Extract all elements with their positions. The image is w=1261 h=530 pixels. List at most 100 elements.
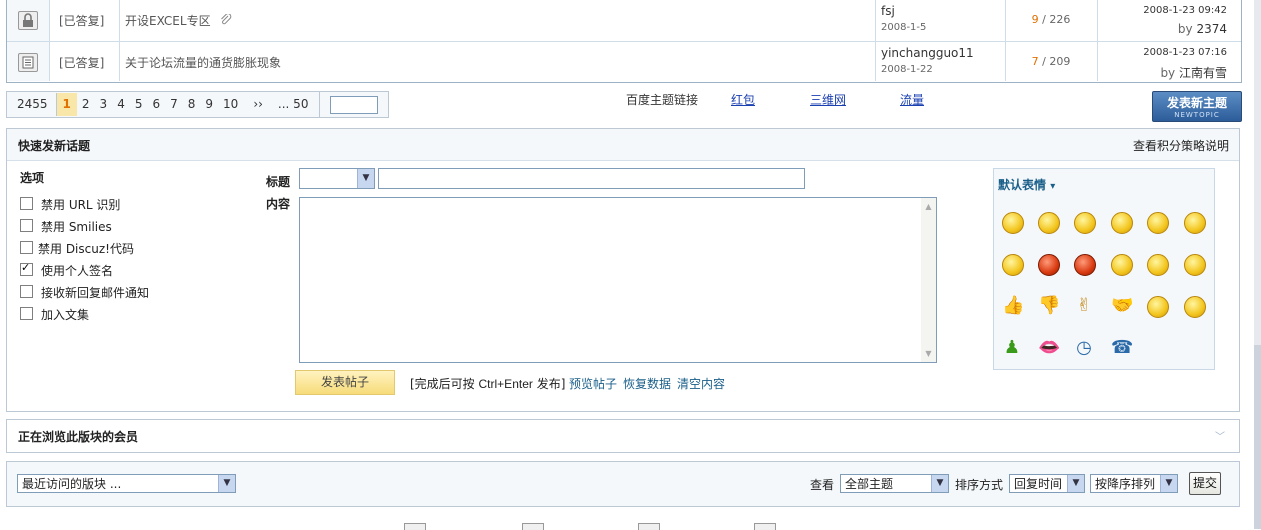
sort-order-select[interactable]: 按降序排列 ▼ — [1090, 474, 1178, 493]
thread-post-date: 2008-1-22 — [881, 64, 933, 75]
angry-icon[interactable] — [1038, 254, 1060, 276]
laugh-icon[interactable] — [1147, 296, 1169, 318]
scrollbar[interactable]: ▲ ▼ — [921, 198, 936, 362]
clear-content-link[interactable]: 清空内容 — [677, 375, 725, 392]
subject-input[interactable] — [378, 168, 805, 189]
quick-post-title: 快速发新话题 — [18, 139, 91, 153]
checkbox[interactable] — [20, 197, 33, 210]
reply-view-count: 7 / 209 — [1031, 55, 1071, 68]
option-disable-discuz-code[interactable]: 禁用 Discuz!代码 — [20, 240, 134, 257]
clock-icon[interactable]: ◷ — [1074, 338, 1094, 358]
smile-icon[interactable] — [1002, 212, 1024, 234]
chevron-down-icon: ▼ — [1067, 475, 1084, 492]
baidu-link[interactable]: 流量 — [900, 91, 924, 108]
checkbox[interactable] — [20, 219, 33, 232]
page-jump-input[interactable] — [330, 95, 379, 114]
chevron-down-icon: ▼ — [931, 475, 948, 492]
content-textarea[interactable]: ▲ ▼ — [299, 197, 937, 363]
last-post-date-link[interactable]: 2008-1-23 07:16 — [1143, 47, 1227, 58]
view-label: 查看 — [810, 478, 835, 492]
credit-policy-link[interactable]: 查看积分策略说明 — [1133, 137, 1229, 154]
page-scrollbar[interactable] — [1254, 0, 1261, 529]
new-topic-button[interactable]: 发表新主题 NEWTOPIC — [1152, 91, 1242, 122]
restore-data-link[interactable]: 恢复数据 — [623, 375, 671, 392]
forum-bottom-bar: 最近访问的版块 ... ▼ 查看 全部主题 ▼ 排序方式 回复时间 ▼ 按降序排… — [6, 461, 1240, 507]
smile-icon[interactable] — [1184, 296, 1206, 318]
option-use-signature[interactable]: 使用个人签名 — [20, 261, 113, 279]
shocked-icon[interactable] — [1074, 254, 1096, 276]
thread-author-link[interactable]: fsj — [881, 4, 895, 18]
smilies-title[interactable]: 默认表情 ▾ — [998, 176, 1055, 193]
browsing-members-title: 正在浏览此版块的会员 — [18, 430, 139, 444]
last-post-date-link[interactable]: 2008-1-23 09:42 — [1143, 5, 1227, 16]
scroll-down-icon[interactable]: ▼ — [922, 347, 935, 360]
baidu-link[interactable]: 三维网 — [810, 91, 846, 108]
last-page-link[interactable]: ... 50 — [273, 93, 314, 116]
filter-submit-button[interactable]: 提交 — [1189, 472, 1221, 495]
sort-label: 排序方式 — [955, 478, 1004, 492]
victory-icon[interactable]: ✌ — [1074, 296, 1094, 316]
view-filter-select[interactable]: 全部主题 ▼ — [840, 474, 949, 493]
page-link[interactable]: 5 — [130, 93, 148, 116]
last-poster-link[interactable]: 2374 — [1196, 22, 1227, 36]
content-label: 内容 — [266, 197, 291, 211]
next-page-link[interactable]: ›› — [243, 93, 273, 116]
thread-title-link[interactable]: 关于论坛流量的通货膨胀现象 — [125, 54, 281, 71]
option-disable-url[interactable]: 禁用 URL 识别 — [20, 196, 120, 213]
scroll-up-icon[interactable]: ▲ — [922, 200, 935, 213]
tongue-icon[interactable] — [1184, 212, 1206, 234]
page-link[interactable]: 7 — [165, 93, 183, 116]
preview-link[interactable]: 预览帖子 — [569, 375, 617, 392]
thread-author-link[interactable]: yinchangguo11 — [881, 46, 974, 60]
page-link[interactable]: 4 — [112, 93, 130, 116]
table-row[interactable]: [已答复] 开设EXCEL专区 fsj 2008-1-5 9 / 226 200… — [7, 0, 1241, 42]
page-link[interactable]: 10 — [218, 93, 243, 116]
thumbs-up-icon[interactable]: 👍 — [1002, 296, 1024, 316]
thumbs-down-icon[interactable]: 👎 — [1038, 296, 1060, 316]
checkbox-checked[interactable] — [20, 261, 33, 276]
person-icon[interactable]: ♟ — [1002, 338, 1022, 358]
page-link[interactable]: 2 — [77, 93, 95, 116]
kiss-icon[interactable] — [1184, 254, 1206, 276]
phone-icon[interactable]: ☎ — [1111, 338, 1133, 358]
last-poster-link[interactable]: 江南有雪 — [1179, 66, 1227, 80]
sad-icon[interactable] — [1038, 212, 1060, 234]
checkbox[interactable] — [20, 241, 33, 254]
submit-post-button[interactable]: 发表帖子 — [295, 370, 395, 395]
grin-icon[interactable] — [1147, 212, 1169, 234]
chevron-down-icon[interactable]: ﹀ — [1215, 428, 1225, 443]
paperclip-icon — [220, 13, 232, 28]
baidu-links: 红包 三维网 流量 — [703, 90, 970, 108]
smile-icon[interactable] — [1074, 212, 1096, 234]
subject-type-select[interactable]: ▼ — [299, 168, 375, 189]
lips-icon[interactable]: 👄 — [1038, 338, 1060, 358]
checkbox[interactable] — [20, 307, 33, 320]
page-link[interactable]: 8 — [183, 93, 201, 116]
browsing-members-panel[interactable]: 正在浏览此版块的会员 ﹀ — [6, 419, 1240, 453]
option-add-to-collection[interactable]: 加入文集 — [20, 306, 89, 323]
last-poster: by 2374 — [1177, 22, 1227, 36]
reply-view-count: 9 / 226 — [1031, 13, 1071, 26]
thinking-icon[interactable] — [1002, 254, 1024, 276]
quick-post-panel: 快速发新话题 查看积分策略说明 选项 禁用 URL 识别 禁用 Smilies … — [6, 128, 1240, 412]
shy-icon[interactable] — [1111, 212, 1133, 234]
handshake-icon[interactable]: 🤝 — [1111, 296, 1133, 316]
scrollbar-thumb[interactable] — [1254, 345, 1261, 529]
checkbox[interactable] — [20, 285, 33, 298]
sort-by-select[interactable]: 回复时间 ▼ — [1009, 474, 1085, 493]
page-link[interactable]: 6 — [147, 93, 165, 116]
thread-title-link[interactable]: 开设EXCEL专区 — [125, 12, 232, 29]
baidu-link[interactable]: 红包 — [731, 91, 755, 108]
table-row[interactable]: [已答复] 关于论坛流量的通货膨胀现象 yinchangguo11 2008-1… — [7, 42, 1241, 81]
surprised-icon[interactable] — [1147, 254, 1169, 276]
crying-icon[interactable] — [1111, 254, 1133, 276]
option-disable-smilies[interactable]: 禁用 Smilies — [20, 218, 112, 235]
option-email-notify[interactable]: 接收新回复邮件通知 — [20, 284, 149, 301]
page-link[interactable]: 9 — [200, 93, 218, 116]
forum-jump-select[interactable]: 最近访问的版块 ... ▼ — [17, 474, 236, 493]
chevron-down-icon: ▼ — [1160, 475, 1177, 492]
chevron-down-icon: ▼ — [357, 169, 374, 188]
thread-status: [已答复] — [59, 56, 105, 70]
smilies-panel: 默认表情 ▾ 👍 👎 ✌ 🤝 ♟ 👄 ◷ ☎ — [993, 168, 1215, 370]
page-link[interactable]: 3 — [95, 93, 113, 116]
